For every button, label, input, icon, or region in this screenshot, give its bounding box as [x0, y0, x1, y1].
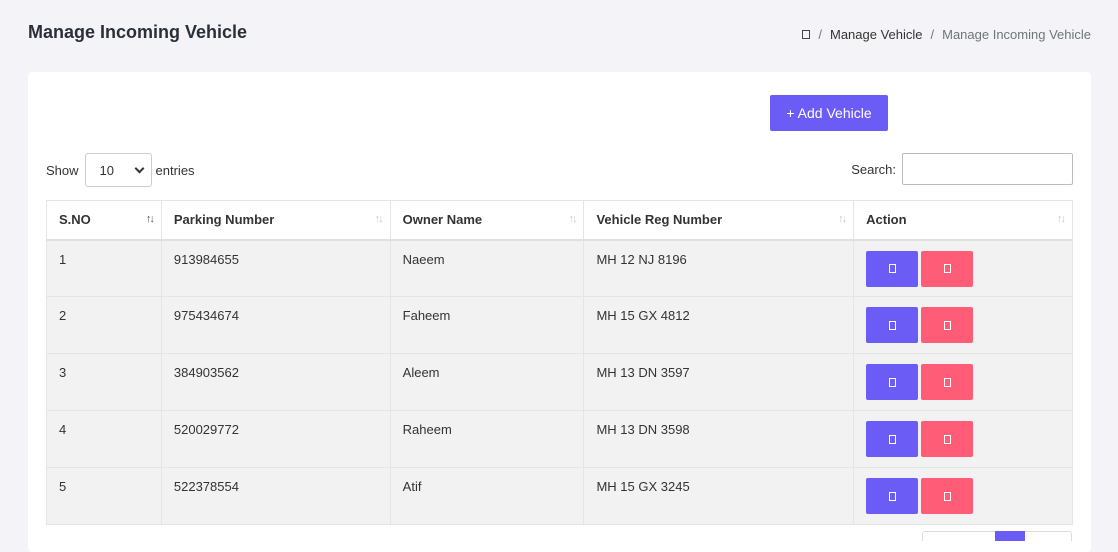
- cell-vehicle-reg: MH 15 GX 3245: [583, 467, 855, 525]
- table-row: 3 384903562 Aleem MH 13 DN 3597: [46, 353, 1073, 411]
- column-header-vehicle-reg-number[interactable]: Vehicle Reg Number ↑↓: [583, 200, 855, 241]
- column-header-label: S.NO: [59, 212, 91, 228]
- cell-action: [853, 410, 1073, 468]
- breadcrumb-separator: /: [930, 27, 935, 42]
- column-header-parking-number[interactable]: Parking Number ↑↓: [160, 200, 391, 241]
- breadcrumb-separator: /: [818, 27, 822, 42]
- column-header-label: Owner Name: [402, 212, 483, 228]
- delete-icon: [943, 434, 951, 444]
- cell-vehicle-reg: MH 12 NJ 8196: [583, 239, 855, 297]
- column-header-label: Vehicle Reg Number: [596, 212, 723, 228]
- show-label: Show: [46, 162, 79, 178]
- table-header-row: S.NO ↑↓ Parking Number ↑↓ Owner Name ↑↓ Veh…: [46, 200, 1073, 241]
- pagination: [922, 531, 1072, 541]
- edit-icon: [888, 434, 896, 444]
- edit-button[interactable]: [866, 307, 919, 343]
- cell-parking-number: 975434674: [160, 296, 391, 354]
- edit-button[interactable]: [866, 478, 919, 514]
- delete-button[interactable]: [921, 421, 974, 457]
- delete-icon: [943, 320, 951, 330]
- table-row: 1 913984655 Naeem MH 12 NJ 8196: [46, 239, 1073, 297]
- cell-action: [853, 467, 1073, 525]
- edit-button[interactable]: [866, 250, 919, 287]
- vehicle-table: S.NO ↑↓ Parking Number ↑↓ Owner Name ↑↓ Veh…: [46, 200, 1073, 525]
- cell-owner-name: Raheem: [389, 410, 585, 468]
- add-vehicle-button[interactable]: + Add Vehicle: [770, 95, 888, 131]
- edit-button[interactable]: [866, 364, 919, 400]
- delete-button[interactable]: [921, 478, 974, 514]
- delete-button[interactable]: [921, 307, 974, 343]
- sort-icon: ↑↓: [1057, 213, 1066, 225]
- content-card: + Add Vehicle Show 10 entries Search: S.…: [28, 72, 1091, 552]
- cell-owner-name: Atif: [389, 467, 585, 525]
- cell-vehicle-reg: MH 13 DN 3598: [583, 410, 855, 468]
- cell-sno: 3: [46, 353, 162, 411]
- pagination-current-page[interactable]: [995, 531, 1025, 541]
- cell-owner-name: Aleem: [389, 353, 585, 411]
- page-title: Manage Incoming Vehicle: [28, 22, 248, 42]
- table-row: 5 522378554 Atif MH 15 GX 3245: [46, 467, 1073, 525]
- column-header-label: Action: [866, 212, 907, 228]
- column-header-action[interactable]: Action ↑↓: [853, 200, 1073, 241]
- table-row: 4 520029772 Raheem MH 13 DN 3598: [46, 410, 1073, 468]
- search-input[interactable]: [902, 153, 1073, 185]
- delete-icon: [943, 491, 951, 501]
- cell-action: [853, 296, 1073, 354]
- cell-parking-number: 913984655: [160, 239, 391, 297]
- delete-icon: [943, 264, 951, 273]
- cell-action: [853, 353, 1073, 411]
- breadcrumb-manage-vehicle[interactable]: Manage Vehicle: [830, 27, 923, 42]
- column-header-owner-name[interactable]: Owner Name ↑↓: [389, 200, 585, 241]
- entries-select[interactable]: 10: [84, 153, 152, 187]
- cell-owner-name: Naeem: [389, 239, 585, 297]
- cell-sno: 4: [46, 410, 162, 468]
- cell-sno: 5: [46, 467, 162, 525]
- home-icon[interactable]: [802, 30, 811, 39]
- cell-vehicle-reg: MH 15 GX 4812: [583, 296, 855, 354]
- sort-icon: ↑↓: [374, 213, 384, 225]
- search-label: Search:: [851, 161, 896, 177]
- breadcrumb-current: Manage Incoming Vehicle: [942, 27, 1091, 42]
- delete-button[interactable]: [921, 250, 974, 287]
- sort-icon: ↑↓: [145, 213, 155, 225]
- edit-icon: [888, 264, 896, 273]
- breadcrumb: / Manage Vehicle / Manage Incoming Vehic…: [802, 27, 1091, 42]
- cell-sno: 1: [46, 239, 162, 297]
- cell-parking-number: 522378554: [160, 467, 391, 525]
- cell-parking-number: 384903562: [160, 353, 391, 411]
- chevron-down-icon: [134, 163, 144, 173]
- cell-parking-number: 520029772: [160, 410, 391, 468]
- edit-icon: [888, 320, 896, 330]
- sort-icon: ↑↓: [838, 213, 847, 225]
- column-header-sno[interactable]: S.NO ↑↓: [46, 200, 162, 241]
- cell-vehicle-reg: MH 13 DN 3597: [583, 353, 855, 411]
- cell-action: [853, 239, 1073, 297]
- entries-select-value: 10: [99, 162, 114, 178]
- sort-icon: ↑↓: [568, 213, 577, 225]
- length-control: Show 10 entries: [46, 153, 195, 187]
- cell-sno: 2: [46, 296, 162, 354]
- table-row: 2 975434674 Faheem MH 15 GX 4812: [46, 296, 1073, 354]
- column-header-label: Parking Number: [173, 212, 275, 228]
- entries-label: entries: [155, 162, 195, 178]
- edit-button[interactable]: [866, 421, 919, 457]
- cell-owner-name: Faheem: [389, 296, 585, 354]
- delete-button[interactable]: [921, 364, 974, 400]
- delete-icon: [943, 377, 951, 387]
- edit-icon: [888, 377, 896, 387]
- edit-icon: [888, 491, 896, 501]
- search-control: Search:: [851, 153, 1073, 185]
